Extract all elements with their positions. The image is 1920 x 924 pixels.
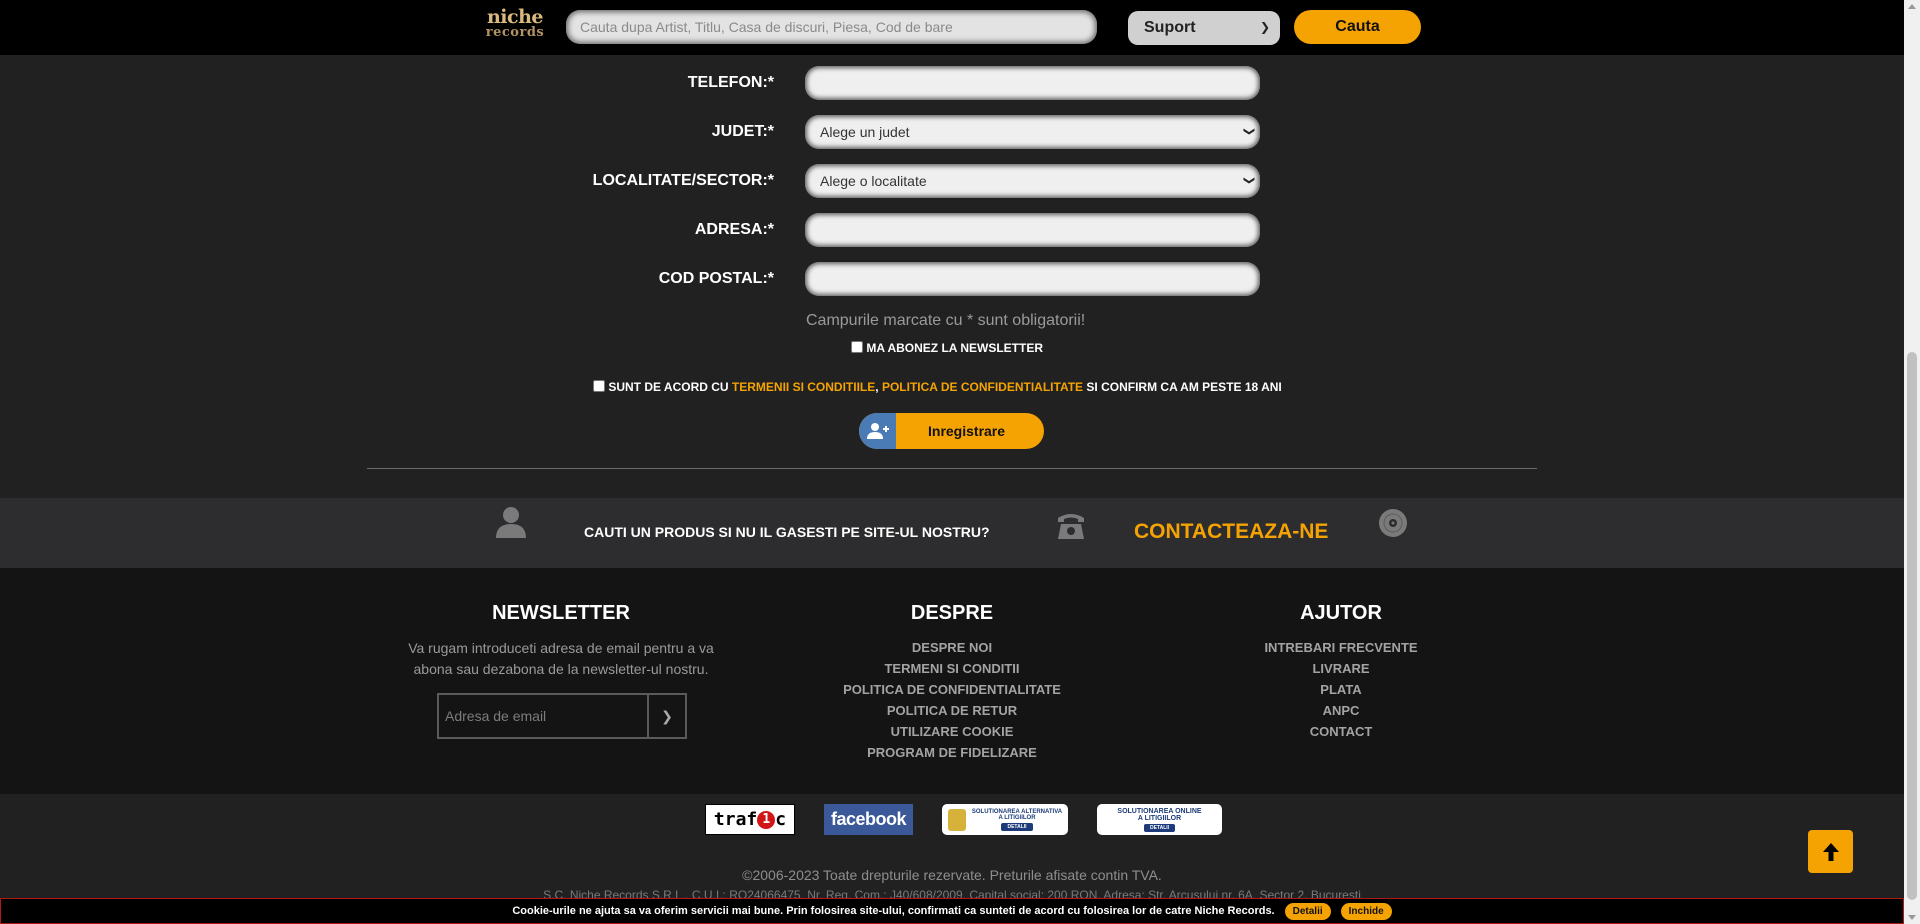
contact-us-link[interactable]: CONTACTEAZA-NE	[1134, 520, 1328, 544]
trafic-badge[interactable]: traf 1 c	[705, 804, 795, 835]
newsletter-checkbox-row: MA ABONEZ LA NEWSLETTER	[851, 341, 1043, 355]
telefon-label: TELEFON:*	[687, 74, 774, 91]
logo-text-top: niche	[486, 6, 544, 28]
terms-link[interactable]: TERMENII SI CONDITIILE	[732, 380, 875, 394]
form-row-telefon: TELEFON:*	[0, 66, 1904, 100]
chevron-down-icon: ❯	[1242, 126, 1255, 137]
footer: NEWSLETTER Va rugam introduceti adresa d…	[0, 568, 1904, 794]
footer-link-livrare[interactable]: LIVRARE	[1221, 658, 1461, 679]
anpc-sol-badge[interactable]: SOLUTIONAREA ONLINE A LITIGIILOR DETALII	[1097, 804, 1222, 835]
sol-line2: A LITIGIILOR	[1137, 814, 1182, 822]
cookie-details-button[interactable]: Detalii	[1284, 902, 1331, 920]
newsletter-checkbox-label: MA ABONEZ LA NEWSLETTER	[866, 341, 1043, 355]
terms-suffix: SI CONFIRM CA AM PESTE 18 ANI	[1086, 380, 1282, 394]
scrollbar-thumb[interactable]	[1907, 352, 1917, 900]
form-row-cod-postal: COD POSTAL:*	[0, 262, 1904, 296]
cod-postal-input[interactable]	[805, 262, 1260, 296]
trafic-text-end: c	[775, 809, 787, 830]
footer-link-retur[interactable]: POLITICA DE RETUR	[812, 700, 1092, 721]
register-button[interactable]: Inregistrare	[859, 413, 1044, 449]
footer-link-confidentialitate[interactable]: POLITICA DE CONFIDENTIALITATE	[812, 679, 1092, 700]
anpc-sal-text: SOLUTIONAREA ALTERNATIVA A LITIGIILOR DE…	[972, 809, 1062, 831]
form-row-adresa: ADRESA:*	[0, 213, 1904, 247]
localitate-select-value: Alege o localitate	[820, 173, 927, 189]
footer-link-despre-noi[interactable]: DESPRE NOI	[812, 637, 1092, 658]
chevron-right-icon[interactable]: ❯	[647, 695, 685, 737]
scroll-up-arrow-icon[interactable]	[1908, 4, 1916, 9]
required-fields-note: Campurile marcate cu * sunt obligatorii!	[806, 312, 1086, 329]
search-input[interactable]	[566, 10, 1097, 44]
footer-newsletter-description: Va rugam introduceti adresa de email pen…	[408, 640, 714, 677]
cookie-consent-bar: Cookie-urile ne ajuta sa va oferim servi…	[0, 898, 1904, 924]
footer-link-cookie[interactable]: UTILIZARE COOKIE	[812, 721, 1092, 742]
adresa-input[interactable]	[805, 213, 1260, 247]
newsletter-email-input[interactable]: Adresa de email	[445, 708, 546, 724]
footer-newsletter-title: NEWSLETTER	[492, 602, 630, 624]
contact-question: CAUTI UN PRODUS SI NU IL GASESTI PE SITE…	[584, 524, 990, 540]
footer-link-anpc[interactable]: ANPC	[1221, 700, 1461, 721]
telephone-icon	[1055, 508, 1087, 545]
person-icon	[494, 506, 528, 543]
scroll-to-top-button[interactable]	[1808, 830, 1853, 873]
cookie-text: Cookie-urile ne ajuta sa va oferim servi…	[512, 905, 1275, 917]
trafic-text: traf	[713, 809, 758, 830]
terms-checkbox-row: SUNT DE ACORD CU TERMENII SI CONDITIILE,…	[593, 380, 1282, 394]
niche-records-logo[interactable]: niche records	[482, 6, 548, 44]
newsletter-checkbox[interactable]	[851, 341, 863, 353]
form-row-judet: JUDET:* Alege un judet ❯	[0, 115, 1904, 149]
judet-select[interactable]: Alege un judet ❯	[805, 115, 1260, 149]
newsletter-email-form: Adresa de email ❯	[437, 693, 687, 739]
copyright-text: ©2006-2023 Toate drepturile rezervate. P…	[742, 867, 1162, 883]
footer-link-plata[interactable]: PLATA	[1221, 679, 1461, 700]
localitate-label: LOCALITATE/SECTOR:*	[592, 172, 774, 189]
footer-ajutor-links: INTREBARI FRECVENTE LIVRARE PLATA ANPC C…	[1221, 637, 1461, 742]
contact-band: CAUTI UN PRODUS SI NU IL GASESTI PE SITE…	[0, 498, 1904, 568]
chevron-down-icon: ❯	[1242, 175, 1255, 186]
judet-label: JUDET:*	[711, 123, 774, 140]
terms-checkbox[interactable]	[593, 380, 605, 392]
vinyl-disc-icon	[1378, 508, 1408, 543]
partner-badges: traf 1 c facebook SOLUTIONAREA ALTERNATIVA…	[0, 794, 1904, 846]
sal-detail: DETALII	[1001, 822, 1033, 831]
arrow-up-icon	[1822, 842, 1839, 861]
scroll-down-arrow-icon[interactable]	[1908, 915, 1916, 920]
anpc-sal-badge[interactable]: SOLUTIONAREA ALTERNATIVA A LITIGIILOR DE…	[942, 804, 1068, 835]
support-select[interactable]: Suport ❯	[1128, 11, 1280, 45]
sal-line2: A LITIGIILOR	[998, 814, 1036, 821]
trafic-one: 1	[757, 810, 776, 829]
footer-link-faq[interactable]: INTREBARI FRECVENTE	[1221, 637, 1461, 658]
section-divider	[367, 468, 1537, 469]
adresa-label: ADRESA:*	[694, 221, 774, 238]
chevron-down-icon: ❯	[1259, 20, 1270, 34]
footer-link-fidelizare[interactable]: PROGRAM DE FIDELIZARE	[812, 742, 1092, 763]
terms-comma: ,	[875, 380, 879, 394]
search-button[interactable]: Cauta	[1294, 10, 1421, 44]
sol-line1: SOLUTIONAREA ONLINE	[1117, 807, 1202, 815]
anpc-emblem-icon	[947, 808, 966, 831]
telefon-input[interactable]	[805, 66, 1260, 100]
support-select-value: Suport	[1144, 19, 1196, 36]
footer-link-contact[interactable]: CONTACT	[1221, 721, 1461, 742]
terms-prefix: SUNT DE ACORD CU	[608, 380, 729, 394]
footer-despre-links: DESPRE NOI TERMENI SI CONDITII POLITICA …	[812, 637, 1092, 763]
localitate-select[interactable]: Alege o localitate ❯	[805, 164, 1260, 198]
add-user-icon	[859, 413, 896, 449]
top-search-bar: niche records Suport ❯ Cauta	[0, 0, 1904, 55]
logo-text-bottom: records	[485, 25, 545, 40]
form-row-localitate: LOCALITATE/SECTOR:* Alege o localitate ❯	[0, 164, 1904, 198]
privacy-link[interactable]: POLITICA DE CONFIDENTIALITATE	[882, 380, 1083, 394]
footer-ajutor-title: AJUTOR	[1300, 602, 1382, 624]
cod-postal-label: COD POSTAL:*	[658, 270, 774, 287]
facebook-badge[interactable]: facebook	[824, 804, 913, 835]
judet-select-value: Alege un judet	[820, 124, 910, 140]
register-button-label: Inregistrare	[928, 423, 1006, 439]
cookie-close-button[interactable]: Inchide	[1340, 902, 1392, 920]
footer-despre-title: DESPRE	[910, 602, 994, 624]
page-scrollbar[interactable]	[1904, 0, 1920, 924]
footer-link-termeni[interactable]: TERMENI SI CONDITII	[812, 658, 1092, 679]
copyright-area: ©2006-2023 Toate drepturile rezervate. P…	[0, 846, 1904, 900]
sol-detail: DETALII	[1143, 823, 1176, 832]
